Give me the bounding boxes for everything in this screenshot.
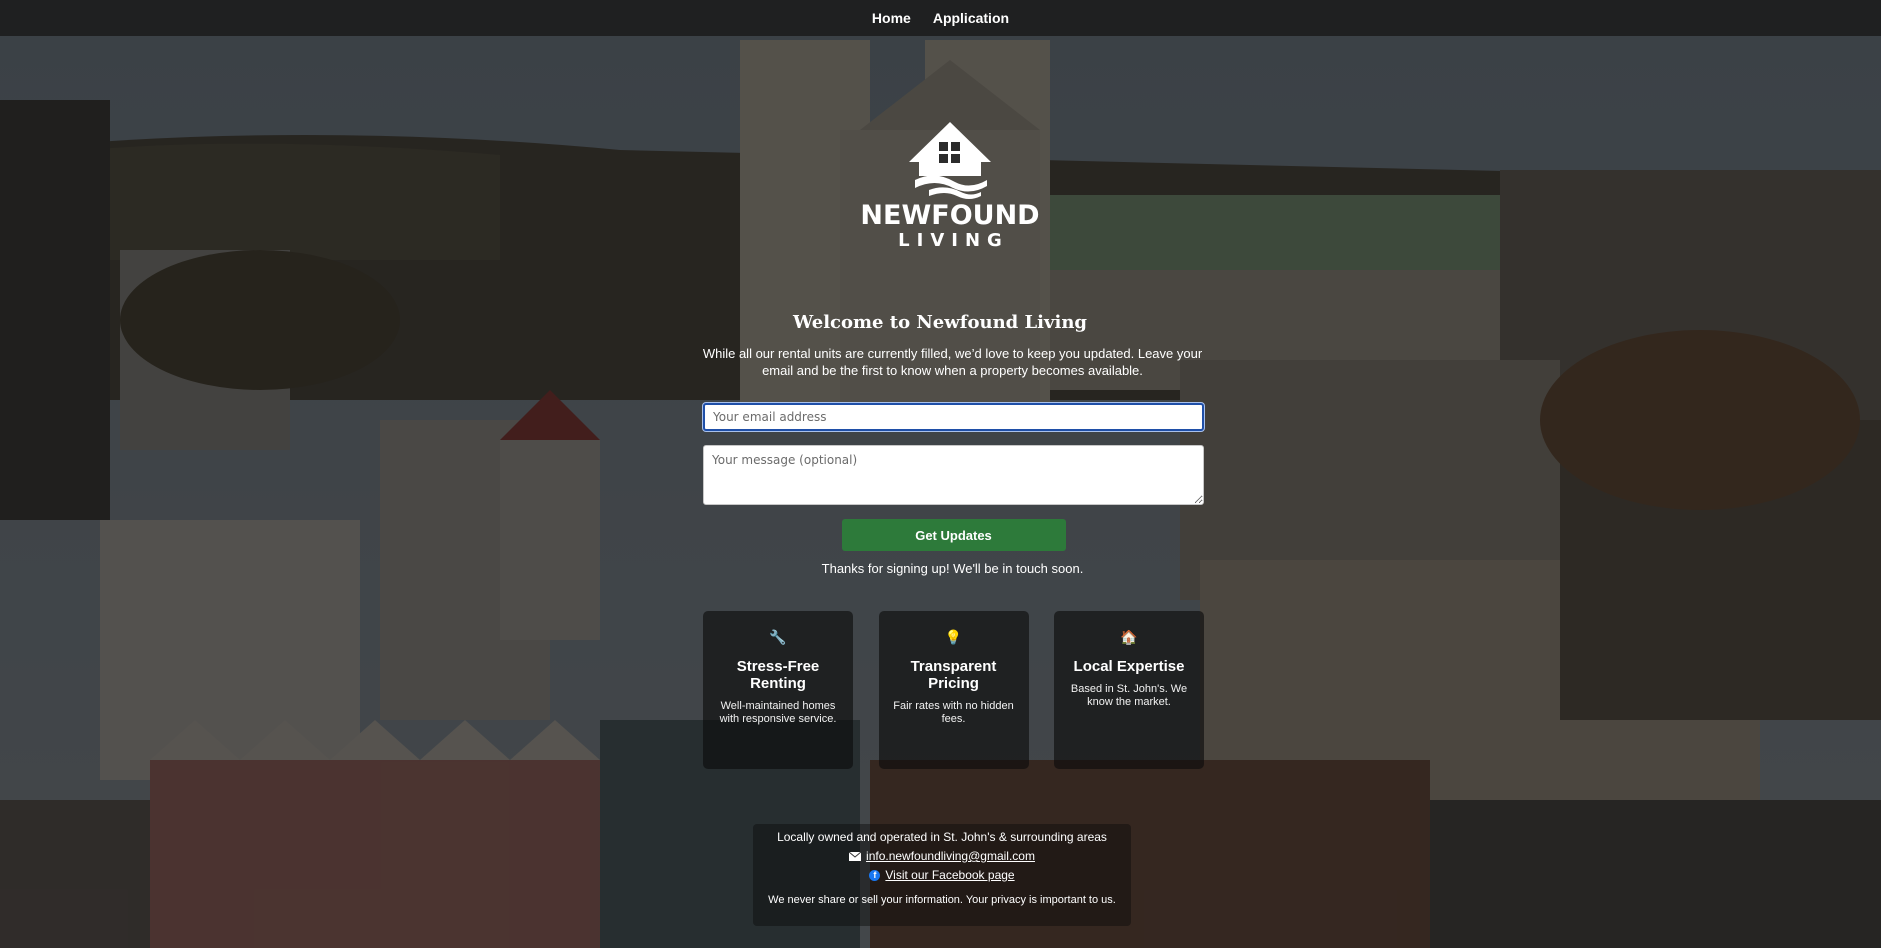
signup-confirmation: Thanks for signing up! We'll be in touch… (821, 561, 1084, 576)
feature-card: 💡 Transparent Pricing Fair rates with no… (878, 611, 1029, 769)
wrench-icon: 🔧 (769, 629, 787, 645)
page-title: Welcome to Newfound Living (793, 312, 1087, 333)
privacy-note: We never share or sell your information.… (768, 894, 1116, 906)
nav-link-application[interactable]: Application (931, 6, 1011, 30)
footer: Locally owned and operated in St. John's… (753, 824, 1131, 926)
message-textarea[interactable] (703, 445, 1204, 505)
main-content: NEWFOUND LIVING Welcome to Newfound Livi… (0, 36, 1881, 948)
house-icon: 🏠 (1120, 629, 1138, 645)
footer-location: Locally owned and operated in St. John's… (777, 830, 1107, 844)
signup-form: Get Updates (703, 403, 1204, 551)
feature-text: Based in St. John's. We know the market. (1070, 683, 1188, 708)
features: 🔧 Stress-Free Renting Well-maintained ho… (703, 611, 1204, 769)
feature-card: 🔧 Stress-Free Renting Well-maintained ho… (703, 611, 853, 769)
footer-email-link[interactable]: info.newfoundliving@gmail.com (866, 849, 1035, 863)
house-waves-icon (909, 122, 991, 199)
email-input[interactable] (703, 403, 1204, 431)
footer-email-row: info.newfoundliving@gmail.com (753, 849, 1131, 863)
mail-icon (849, 851, 862, 861)
logo-sub-text: LIVING (898, 230, 1009, 251)
feature-text: Well-maintained homes with responsive se… (719, 700, 837, 725)
nav-link-home[interactable]: Home (870, 6, 913, 30)
logo-brand-text: NEWFOUND (860, 200, 1040, 231)
facebook-icon: f (869, 869, 881, 881)
feature-card: 🏠 Local Expertise Based in St. John's. W… (1054, 611, 1204, 769)
footer-facebook-row: f Visit our Facebook page (753, 868, 1131, 882)
feature-title: Transparent Pricing (910, 658, 997, 692)
lightbulb-icon: 💡 (944, 629, 963, 645)
feature-title: Stress-Free Renting (736, 658, 820, 692)
feature-title: Local Expertise (1073, 658, 1185, 675)
get-updates-button[interactable]: Get Updates (841, 519, 1066, 551)
feature-text: Fair rates with no hidden fees. (893, 700, 1014, 725)
top-nav: Home Application (0, 0, 1881, 36)
logo: NEWFOUND LIVING (860, 120, 1040, 300)
facebook-link[interactable]: Visit our Facebook page (885, 868, 1014, 882)
intro-text: While all our rental units are currently… (702, 346, 1203, 378)
